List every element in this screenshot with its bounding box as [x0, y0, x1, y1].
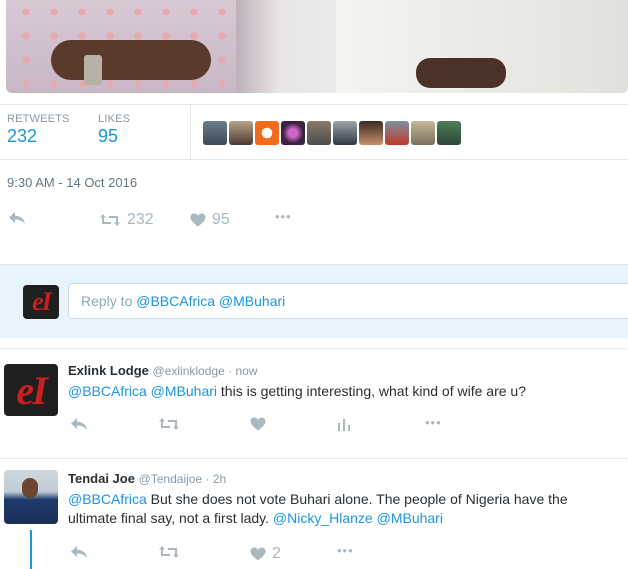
mention-link[interactable]: @BBCAfrica: [68, 491, 147, 507]
photo-hand: [416, 58, 506, 88]
retweets-stat[interactable]: RETWEETS 232: [7, 113, 70, 147]
reply-composer: eI Reply to @BBCAfrica @MBuhari: [0, 264, 628, 338]
retweet-icon: [159, 546, 179, 558]
logo-text: eI: [32, 287, 52, 316]
liker-avatar[interactable]: [437, 121, 461, 145]
like-button[interactable]: [250, 417, 266, 431]
more-button[interactable]: •••: [275, 209, 292, 224]
retweet-count: 232: [127, 211, 154, 228]
liker-avatar[interactable]: [385, 121, 409, 145]
liker-avatar[interactable]: [255, 121, 279, 145]
analytics-icon: [338, 419, 350, 431]
tweet-header: Tendai Joe @Tendaijoe · 2h: [68, 471, 226, 486]
liker-avatar[interactable]: [281, 121, 305, 145]
heart-icon: [250, 547, 266, 561]
liker-avatar[interactable]: [203, 121, 227, 145]
reply-icon: [71, 418, 87, 430]
tweet-body: ultimate final say, not a first lady.: [68, 510, 273, 526]
reply-prefix: Reply to: [81, 293, 137, 309]
tweet-header: Exlink Lodge @exlinklodge · now: [68, 363, 257, 378]
meta-separator: ·: [224, 364, 236, 378]
photo-bracelet: [84, 55, 102, 85]
likes-stat[interactable]: LIKES 95: [98, 113, 130, 147]
heart-icon: [190, 213, 206, 227]
liker-avatar[interactable]: [333, 121, 357, 145]
reply-mentions: @BBCAfrica @MBuhari: [136, 293, 286, 309]
mention-link[interactable]: @Nicky_Hlanze: [273, 510, 373, 526]
retweets-label: RETWEETS: [7, 113, 70, 125]
reply-button[interactable]: [70, 545, 88, 559]
likes-count[interactable]: 95: [98, 126, 130, 147]
retweet-button[interactable]: 232: [99, 211, 154, 229]
liker-avatar[interactable]: [411, 121, 435, 145]
tweet-body: But she does not vote Buhari alone. The …: [146, 491, 568, 507]
more-button[interactable]: •••: [425, 415, 442, 430]
tendai-avatar[interactable]: [4, 470, 58, 524]
retweet-button[interactable]: [158, 545, 180, 559]
reply-icon: [9, 212, 25, 224]
tweet-text: @BBCAfrica @MBuhari this is getting inte…: [68, 382, 526, 401]
reply-tweet[interactable]: Tendai Joe @Tendaijoe · 2h @BBCAfrica Bu…: [0, 458, 628, 569]
more-icon: •••: [337, 543, 354, 558]
liker-avatar[interactable]: [307, 121, 331, 145]
tweet-text-line-2: ultimate final say, not a first lady. @N…: [68, 509, 443, 528]
thread-line: [30, 530, 32, 569]
like-count: 2: [272, 545, 281, 562]
tweet-text-line-1: @BBCAfrica But she does not vote Buhari …: [68, 490, 568, 509]
reply-icon: [71, 546, 87, 558]
author-handle[interactable]: @exlinklodge: [153, 364, 225, 378]
logo-text: eI: [16, 367, 47, 413]
user-avatar: eI: [23, 285, 59, 319]
more-icon: •••: [275, 209, 292, 224]
more-icon: •••: [425, 415, 442, 430]
like-button[interactable]: 95: [190, 211, 230, 229]
like-button[interactable]: 2: [250, 545, 281, 563]
avatar-face: [22, 478, 38, 498]
reply-button[interactable]: [8, 211, 26, 225]
mention-link[interactable]: @MBuhari: [377, 510, 443, 526]
reply-button[interactable]: [70, 417, 88, 431]
likes-label: LIKES: [98, 113, 131, 125]
tweet-timestamp[interactable]: 9:30 AM - 14 Oct 2016: [7, 175, 137, 190]
tweet-body: this is getting interesting, what kind o…: [217, 383, 526, 399]
tweet-time[interactable]: now: [235, 364, 257, 378]
reply-input[interactable]: Reply to @BBCAfrica @MBuhari: [68, 283, 628, 319]
tweet-photo[interactable]: [6, 0, 628, 93]
retweet-icon: [159, 418, 179, 430]
like-count: 95: [212, 211, 230, 228]
more-button[interactable]: •••: [337, 543, 354, 558]
stats-divider: [190, 105, 191, 159]
liker-avatar[interactable]: [359, 121, 383, 145]
author-handle[interactable]: @Tendaijoe: [139, 472, 203, 486]
retweets-count[interactable]: 232: [7, 126, 70, 147]
tweet-stats: RETWEETS 232 LIKES 95: [0, 104, 628, 160]
mention-link[interactable]: @BBCAfrica @MBuhari: [68, 383, 217, 399]
meta-separator: ·: [202, 472, 213, 486]
analytics-button[interactable]: [337, 417, 351, 431]
liker-avatars: [203, 121, 461, 145]
heart-icon: [250, 417, 266, 431]
reply-tweet[interactable]: eI Exlink Lodge @exlinklodge · now @BBCA…: [0, 348, 628, 448]
tweet-time[interactable]: 2h: [213, 472, 226, 486]
author-name[interactable]: Exlink Lodge: [68, 363, 149, 378]
retweet-button[interactable]: [158, 417, 180, 431]
retweet-icon: [100, 214, 120, 226]
author-name[interactable]: Tendai Joe: [68, 471, 135, 486]
exlink-avatar[interactable]: eI: [4, 364, 58, 416]
liker-avatar[interactable]: [229, 121, 253, 145]
photo-hands: [51, 40, 211, 80]
